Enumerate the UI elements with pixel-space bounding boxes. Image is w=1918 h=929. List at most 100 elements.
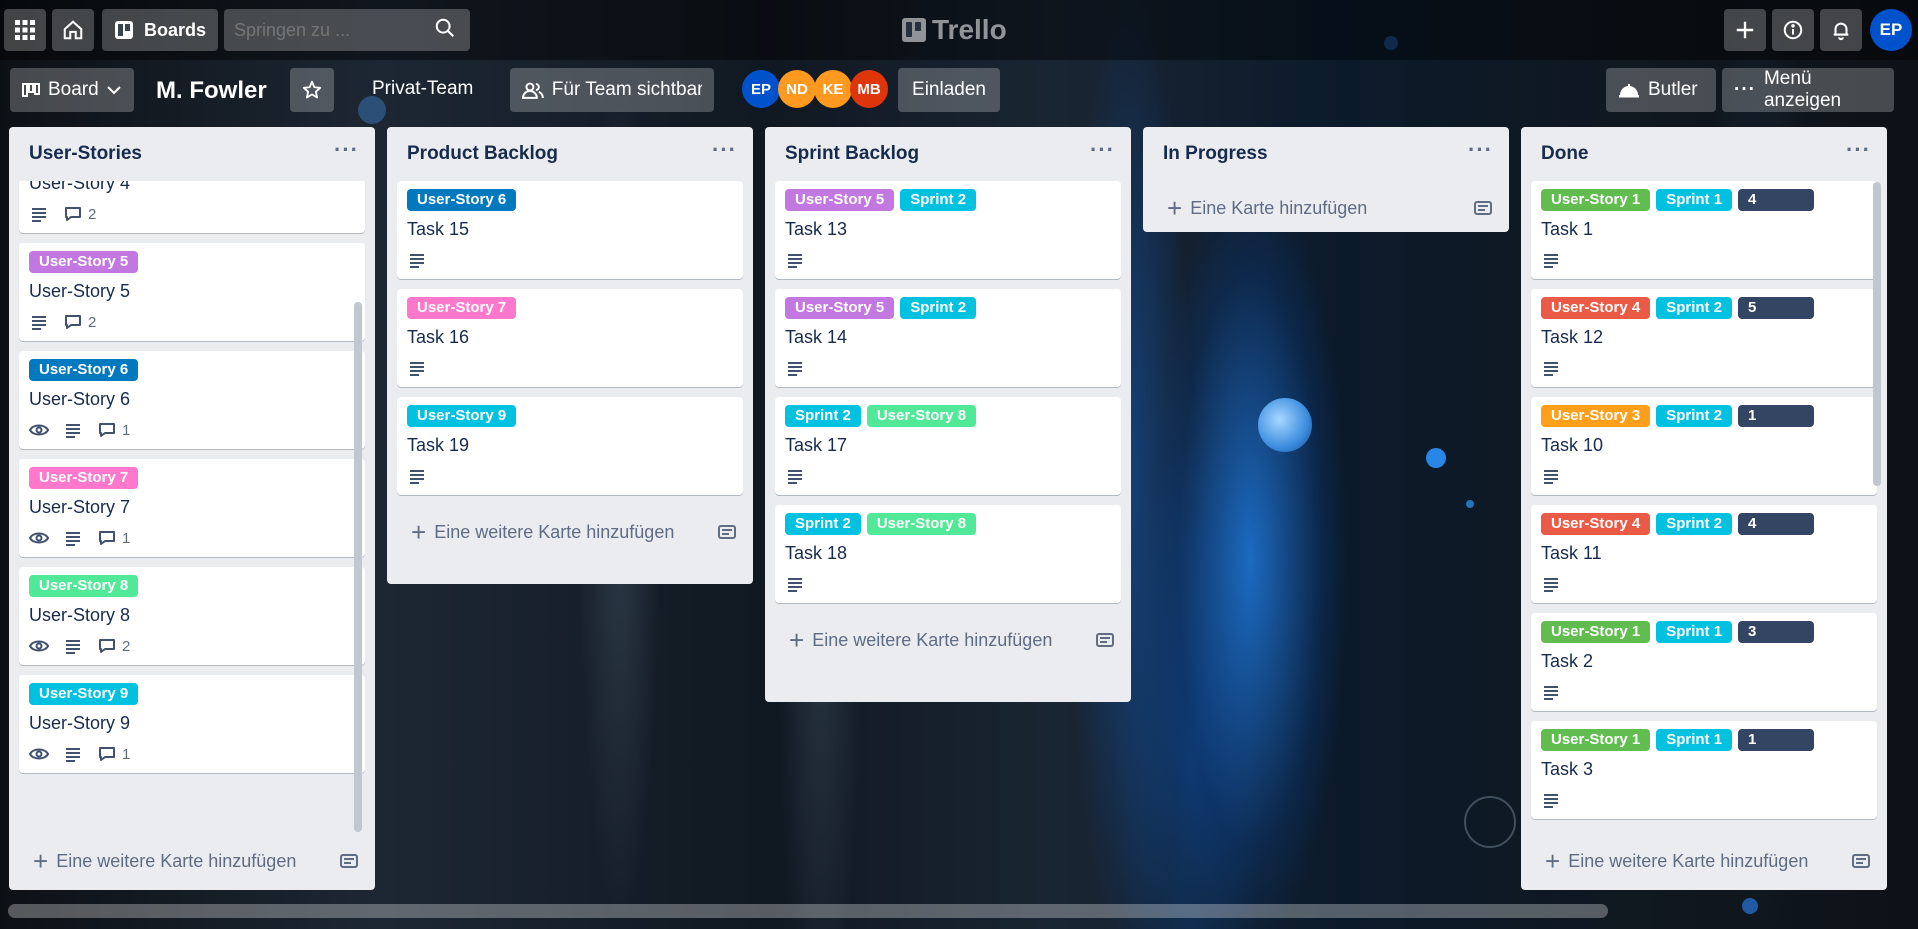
- list-menu-icon[interactable]: ···: [334, 139, 359, 163]
- list-header[interactable]: In Progress ···: [1143, 127, 1509, 181]
- list-header[interactable]: Sprint Backlog ···: [765, 127, 1131, 181]
- list-title[interactable]: Done: [1541, 143, 1589, 165]
- card[interactable]: User-Story 7 Task 16: [397, 289, 743, 387]
- card-template-icon[interactable]: [1473, 198, 1493, 218]
- member-avatar[interactable]: ND: [778, 70, 816, 108]
- card[interactable]: User-Story 9 Task 19: [397, 397, 743, 495]
- card-label[interactable]: User-Story 5: [29, 251, 139, 273]
- show-menu-button[interactable]: ··· Menü anzeigen: [1722, 68, 1894, 112]
- card[interactable]: Sprint 2 User-Story 8 Task 18: [775, 505, 1121, 603]
- user-avatar[interactable]: EP: [1870, 9, 1912, 51]
- visibility-button[interactable]: Für Team sichtbar: [510, 68, 714, 112]
- card-label[interactable]: 5: [1738, 297, 1815, 319]
- card[interactable]: User-Story 1 Sprint 1 4 Task 1: [1531, 181, 1877, 279]
- add-card-button[interactable]: + Eine weitere Karte hinzufügen: [387, 505, 753, 559]
- add-card-button[interactable]: + Eine weitere Karte hinzufügen: [9, 834, 375, 888]
- list-header[interactable]: User-Stories ···: [9, 127, 375, 181]
- add-card-button[interactable]: + Eine weitere Karte hinzufügen: [765, 613, 1131, 667]
- card-template-icon[interactable]: [717, 522, 737, 542]
- list-header[interactable]: Done ···: [1521, 127, 1887, 181]
- list-title[interactable]: Sprint Backlog: [785, 143, 919, 165]
- card-label[interactable]: User-Story 5: [785, 297, 895, 319]
- card-label[interactable]: User-Story 9: [407, 405, 517, 427]
- board-title[interactable]: M. Fowler: [156, 76, 267, 106]
- board-view-switcher[interactable]: Board: [10, 68, 134, 112]
- team-link[interactable]: Privat-Team: [372, 78, 473, 100]
- card-label[interactable]: User-Story 5: [785, 189, 895, 211]
- card-label[interactable]: Sprint 2: [1656, 297, 1733, 319]
- add-card-button[interactable]: + Eine Karte hinzufügen: [1143, 181, 1509, 232]
- card-label[interactable]: User-Story 6: [407, 189, 517, 211]
- list-scrollbar[interactable]: [1873, 182, 1881, 486]
- star-board-button[interactable]: [290, 68, 334, 112]
- card-label[interactable]: User-Story 3: [1541, 405, 1651, 427]
- list-menu-icon[interactable]: ···: [1090, 139, 1115, 163]
- card[interactable]: User-Story 5 User-Story 5 2: [19, 243, 365, 341]
- card[interactable]: User-Story 4 2: [19, 181, 365, 233]
- create-button[interactable]: [1724, 9, 1766, 51]
- apps-switcher-button[interactable]: [4, 9, 46, 51]
- card-label[interactable]: Sprint 2: [900, 297, 977, 319]
- card-label[interactable]: User-Story 7: [29, 467, 139, 489]
- card-label[interactable]: User-Story 8: [29, 575, 139, 597]
- card-label[interactable]: User-Story 7: [407, 297, 517, 319]
- add-card-button[interactable]: + Eine weitere Karte hinzufügen: [1521, 834, 1887, 888]
- card[interactable]: User-Story 1 Sprint 1 3 Task 2: [1531, 613, 1877, 711]
- card-label[interactable]: User-Story 1: [1541, 621, 1651, 643]
- trello-logo[interactable]: Trello: [902, 12, 1007, 48]
- card-label[interactable]: Sprint 1: [1656, 621, 1733, 643]
- card-label[interactable]: Sprint 1: [1656, 729, 1733, 751]
- card-label[interactable]: 3: [1738, 621, 1815, 643]
- member-avatar[interactable]: MB: [850, 70, 888, 108]
- card-label[interactable]: 4: [1738, 513, 1815, 535]
- list-title[interactable]: Product Backlog: [407, 143, 558, 165]
- member-avatar[interactable]: EP: [742, 70, 780, 108]
- invite-button[interactable]: Einladen: [898, 68, 1000, 112]
- card[interactable]: User-Story 6 Task 15: [397, 181, 743, 279]
- card-label[interactable]: Sprint 1: [1656, 189, 1733, 211]
- card[interactable]: User-Story 4 Sprint 2 5 Task 12: [1531, 289, 1877, 387]
- info-button[interactable]: [1772, 9, 1814, 51]
- card-label[interactable]: User-Story 1: [1541, 729, 1651, 751]
- card[interactable]: User-Story 1 Sprint 1 1 Task 3: [1531, 721, 1877, 819]
- card[interactable]: User-Story 4 Sprint 2 4 Task 11: [1531, 505, 1877, 603]
- card-label[interactable]: User-Story 1: [1541, 189, 1651, 211]
- list-title[interactable]: In Progress: [1163, 143, 1268, 165]
- search-icon[interactable]: [434, 17, 456, 39]
- card-label[interactable]: Sprint 2: [900, 189, 977, 211]
- home-button[interactable]: [52, 9, 94, 51]
- card[interactable]: User-Story 8 User-Story 8 2: [19, 567, 365, 665]
- member-avatar[interactable]: KE: [814, 70, 852, 108]
- card-label[interactable]: 4: [1738, 189, 1815, 211]
- card-label[interactable]: Sprint 2: [1656, 405, 1733, 427]
- card[interactable]: Sprint 2 User-Story 8 Task 17: [775, 397, 1121, 495]
- card-label[interactable]: User-Story 8: [866, 513, 977, 535]
- card[interactable]: User-Story 9 User-Story 9 1: [19, 675, 365, 773]
- list-menu-icon[interactable]: ···: [1468, 139, 1493, 163]
- card-label[interactable]: User-Story 6: [29, 359, 139, 381]
- butler-button[interactable]: Butler: [1606, 68, 1716, 112]
- card-template-icon[interactable]: [1851, 851, 1871, 871]
- list-title[interactable]: User-Stories: [29, 143, 142, 165]
- card[interactable]: User-Story 5 Sprint 2 Task 13: [775, 181, 1121, 279]
- card[interactable]: User-Story 5 Sprint 2 Task 14: [775, 289, 1121, 387]
- card-label[interactable]: User-Story 9: [29, 683, 139, 705]
- card-template-icon[interactable]: [1095, 630, 1115, 650]
- notifications-button[interactable]: [1820, 9, 1862, 51]
- card-label[interactable]: 1: [1738, 405, 1815, 427]
- card-label[interactable]: Sprint 2: [1656, 513, 1733, 535]
- list-header[interactable]: Product Backlog ···: [387, 127, 753, 181]
- card-label[interactable]: Sprint 2: [785, 405, 861, 427]
- card-label[interactable]: Sprint 2: [785, 513, 861, 535]
- list-menu-icon[interactable]: ···: [1846, 139, 1871, 163]
- horizontal-scrollbar[interactable]: [8, 904, 1608, 918]
- card-template-icon[interactable]: [339, 851, 359, 871]
- boards-button[interactable]: Boards: [102, 9, 218, 51]
- card[interactable]: User-Story 3 Sprint 2 1 Task 10: [1531, 397, 1877, 495]
- card[interactable]: User-Story 7 User-Story 7 1: [19, 459, 365, 557]
- card[interactable]: User-Story 6 User-Story 6 1: [19, 351, 365, 449]
- list-scrollbar[interactable]: [354, 302, 362, 832]
- card-label[interactable]: User-Story 8: [866, 405, 977, 427]
- card-label[interactable]: 1: [1738, 729, 1815, 751]
- card-label[interactable]: User-Story 4: [1541, 513, 1651, 535]
